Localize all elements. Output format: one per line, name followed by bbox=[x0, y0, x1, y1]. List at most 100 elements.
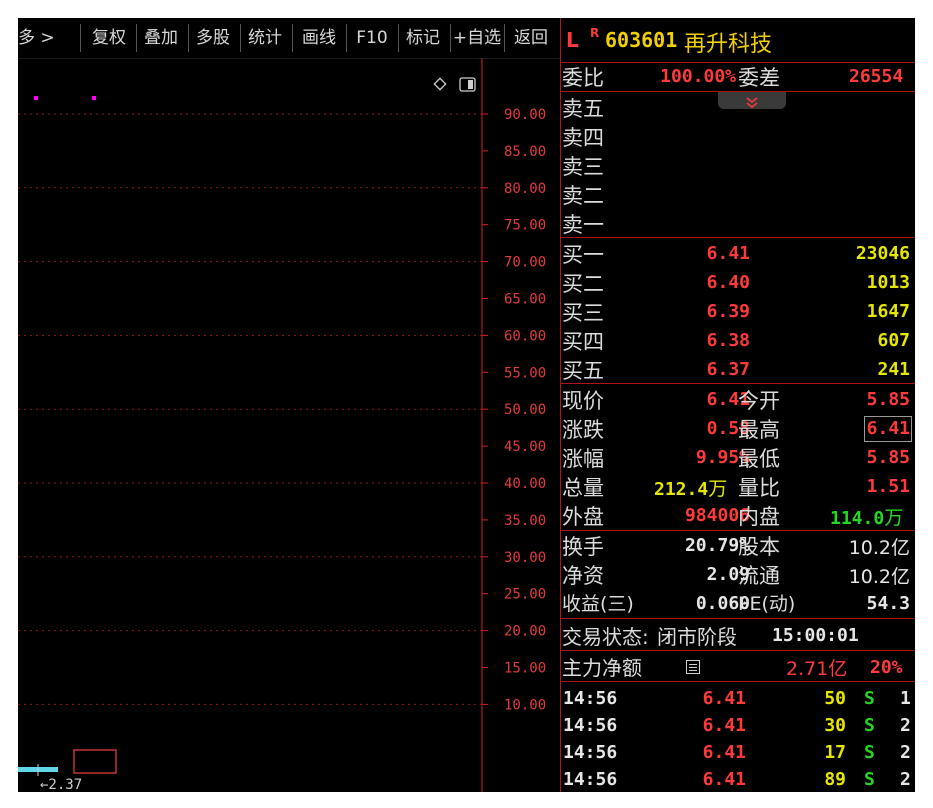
price-axis-label: 80.00 bbox=[504, 181, 546, 197]
buy-level-1-volume: 23046 bbox=[855, 243, 910, 264]
trade-status-label: 交易状态: bbox=[562, 625, 649, 649]
price-axis-label: 45.00 bbox=[504, 439, 546, 455]
kline-chart-canvas: 90.00 85.00 80.00 75.00 70.00 65.00 60.00 55.00… bbox=[18, 58, 546, 792]
low-price-label: ←2.37 bbox=[40, 777, 82, 792]
chevron-down-icon bbox=[746, 97, 758, 109]
sell-level-2: 卖二 bbox=[562, 184, 604, 208]
tick-count: 2 bbox=[900, 769, 911, 790]
stock-code[interactable]: 603601 bbox=[605, 28, 677, 52]
buy-level-5-label: 买五 bbox=[562, 359, 604, 383]
tick-side: S bbox=[864, 688, 875, 709]
divider bbox=[560, 383, 915, 384]
toolbar-fuquan-button[interactable]: 复权 bbox=[86, 18, 132, 58]
toolbar-divider bbox=[398, 24, 399, 52]
total-volume-value: 212.4 bbox=[654, 479, 709, 500]
tick-volume: 50 bbox=[824, 688, 846, 709]
price-axis-label: 60.00 bbox=[504, 328, 546, 344]
price-axis-label: 15.00 bbox=[504, 661, 546, 677]
toolbar-overlay-button[interactable]: 叠加 bbox=[138, 18, 184, 58]
tick-side: S bbox=[864, 742, 875, 763]
toolbar-mark-button[interactable]: 标记 bbox=[400, 18, 446, 58]
tick-price: 6.41 bbox=[702, 742, 746, 763]
change-value: 0.58 bbox=[706, 418, 750, 439]
toolbar-multi-stock-button[interactable]: 多股 bbox=[190, 18, 236, 58]
buy-level-1-label: 买一 bbox=[562, 243, 604, 267]
price-axis-label: 90.00 bbox=[504, 107, 546, 123]
price-axis-label: 10.00 bbox=[504, 697, 546, 713]
kline-chart[interactable]: 90.00 85.00 80.00 75.00 70.00 65.00 60.00 55.00… bbox=[18, 58, 560, 792]
toolbar-divider bbox=[292, 24, 293, 52]
tick-time: 14:56 bbox=[563, 688, 618, 709]
divider bbox=[560, 618, 915, 619]
toolbar-divider bbox=[188, 24, 189, 52]
main-net-flow-amount: 2.71亿 bbox=[786, 658, 848, 680]
toolbar-f10-button[interactable]: F10 bbox=[348, 18, 396, 58]
buy-level-2-price: 6.40 bbox=[706, 272, 750, 293]
tick-time: 14:56 bbox=[563, 742, 618, 763]
trade-status-value: 闭市阶段 bbox=[657, 625, 737, 649]
volume-ratio-value: 1.51 bbox=[866, 476, 910, 497]
low-price-candle-outline bbox=[73, 749, 117, 774]
toolbar-back-button[interactable]: 返回 bbox=[506, 18, 556, 58]
buy-level-3-volume: 1647 bbox=[866, 301, 910, 322]
toolbar-divider bbox=[504, 24, 505, 52]
diamond-icon[interactable] bbox=[433, 77, 447, 91]
toolbar-add-watchlist-button[interactable]: +自选 bbox=[451, 18, 503, 58]
price-axis-label: 50.00 bbox=[504, 402, 546, 418]
tick-price: 6.41 bbox=[702, 688, 746, 709]
window-toggle-icon-fill bbox=[468, 80, 473, 89]
sell-level-3: 卖三 bbox=[562, 155, 604, 179]
divider bbox=[560, 681, 915, 682]
net-assets-label: 净资 bbox=[562, 564, 604, 588]
buy-level-4-price: 6.38 bbox=[706, 330, 750, 351]
total-volume-unit: 万 bbox=[708, 478, 728, 500]
quote-panel: L R 603601 再升科技 委比 100.00% 委差 26554 卖五 卖… bbox=[560, 18, 915, 792]
buy-level-4-volume: 607 bbox=[877, 330, 910, 351]
price-axis-label: 85.00 bbox=[504, 144, 546, 160]
panel-divider bbox=[560, 18, 561, 792]
tick-volume: 30 bbox=[824, 715, 846, 736]
collapse-tab[interactable] bbox=[718, 92, 786, 109]
tick-price: 6.41 bbox=[702, 715, 746, 736]
price-axis-label: 55.00 bbox=[504, 365, 546, 381]
chart-toolbar: 多 > 复权 叠加 多股 统计 画线 F10 标记 +自选 返回 bbox=[18, 18, 560, 59]
tick-time: 14:56 bbox=[563, 769, 618, 790]
buy-level-5-volume: 241 bbox=[877, 359, 910, 380]
volume-ratio-label: 量比 bbox=[738, 476, 780, 500]
outer-volume-value: 984006 bbox=[684, 505, 750, 526]
pe-label: PE(动) bbox=[738, 593, 796, 615]
toolbar-stats-button[interactable]: 统计 bbox=[242, 18, 288, 58]
low-price-label-text: 最低 bbox=[738, 447, 780, 471]
signal-marker bbox=[92, 96, 96, 100]
turnover-value: 20.79% bbox=[684, 535, 750, 556]
order-diff-value: 26554 bbox=[849, 66, 904, 87]
inner-volume: 114.0万 bbox=[830, 503, 903, 530]
divider bbox=[560, 650, 915, 651]
turnover-label: 换手 bbox=[562, 535, 604, 559]
high-price-label: 最高 bbox=[738, 418, 780, 442]
total-shares-value: 10.2亿 bbox=[848, 537, 910, 559]
total-volume: 212.4万 bbox=[654, 474, 727, 501]
order-ratio-value: 100.00% bbox=[660, 66, 736, 87]
pe-value: 54.3 bbox=[866, 593, 910, 614]
buy-level-4-label: 买四 bbox=[562, 330, 604, 354]
toolbar-draw-button[interactable]: 画线 bbox=[294, 18, 344, 58]
buy-level-3-price: 6.39 bbox=[706, 301, 750, 322]
signal-marker bbox=[34, 96, 38, 100]
list-icon[interactable] bbox=[686, 660, 700, 674]
change-label: 涨跌 bbox=[562, 418, 604, 442]
main-net-flow-pct: 20% bbox=[870, 657, 903, 678]
trade-status-time: 15:00:01 bbox=[772, 625, 859, 646]
inner-volume-unit: 万 bbox=[884, 507, 904, 529]
inner-volume-label: 内盘 bbox=[738, 505, 780, 529]
toolbar-divider bbox=[240, 24, 241, 52]
toolbar-divider bbox=[346, 24, 347, 52]
toolbar-more-button[interactable]: 多 > bbox=[18, 18, 80, 58]
buy-level-2-volume: 1013 bbox=[866, 272, 910, 293]
change-pct-value: 9.95% bbox=[695, 447, 750, 468]
stock-name[interactable]: 再升科技 bbox=[684, 26, 772, 58]
toolbar-divider bbox=[136, 24, 137, 52]
current-price-label: 现价 bbox=[562, 389, 604, 413]
price-axis-label: 40.00 bbox=[504, 476, 546, 492]
order-diff-label: 委差 bbox=[738, 66, 780, 90]
